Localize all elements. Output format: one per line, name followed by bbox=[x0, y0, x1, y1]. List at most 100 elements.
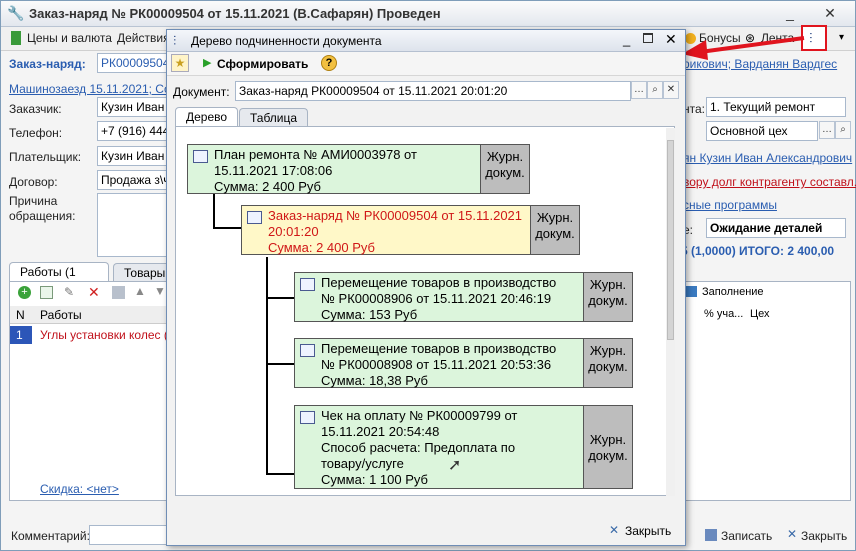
minimize-icon[interactable]: _ bbox=[781, 5, 799, 21]
customer-label: Заказчик: bbox=[9, 102, 62, 116]
generate-button[interactable]: Сформировать bbox=[217, 57, 308, 71]
tab-tree[interactable]: Дерево bbox=[175, 107, 239, 127]
scrollbar-thumb[interactable] bbox=[667, 140, 674, 340]
col-share: % уча... bbox=[704, 308, 744, 320]
shop-field[interactable]: Основной цех bbox=[706, 121, 818, 141]
main-titlebar: 🔧 Заказ-наряд № РК00009504 от 15.11.2021… bbox=[1, 1, 855, 27]
copy-icon[interactable] bbox=[40, 286, 53, 299]
dialog-toolbar: ★ ▶ Сформировать ? bbox=[167, 52, 685, 76]
document-icon bbox=[300, 278, 315, 291]
node-line: Сумма: 153 Руб bbox=[321, 307, 418, 322]
favorite-star-icon[interactable]: ★ bbox=[171, 54, 189, 72]
save-small-icon[interactable] bbox=[112, 286, 125, 299]
document-icon bbox=[193, 150, 208, 163]
discount-link[interactable]: Скидка: <нет> bbox=[40, 482, 119, 496]
help-icon[interactable]: ? bbox=[321, 55, 337, 71]
close-main-button[interactable]: Закрыть bbox=[801, 529, 847, 543]
payer-label: Плательщик: bbox=[9, 150, 82, 164]
node-line: План ремонта № АМИ0003978 от bbox=[214, 147, 417, 162]
dialog-maximize-icon[interactable] bbox=[643, 33, 653, 43]
phone-field[interactable]: +7 (916) 4445 bbox=[97, 121, 167, 141]
doc-search-icon[interactable]: ⌕ bbox=[647, 81, 663, 99]
connector-h1 bbox=[213, 227, 241, 229]
actions-button[interactable]: Действия bbox=[117, 31, 170, 45]
shop-search-icon[interactable]: ⌕ bbox=[835, 121, 851, 139]
save-icon bbox=[705, 529, 717, 541]
node-line: 15.11.2021 20:54:48 bbox=[321, 424, 440, 439]
journal-button[interactable]: Журн. докум. bbox=[530, 205, 580, 255]
connector-h2 bbox=[266, 297, 294, 299]
tree-node-order-current[interactable]: Заказ-наряд № РК00009504 от 15.11.2021 2… bbox=[241, 205, 531, 255]
shop-select-button[interactable]: … bbox=[819, 121, 835, 139]
save-button[interactable]: Записать bbox=[721, 529, 772, 543]
hierarchy-icon: ⫶ bbox=[809, 30, 813, 46]
dialog-close-icon[interactable]: ✕ bbox=[665, 31, 677, 48]
prices-button[interactable]: Цены и валюта bbox=[27, 31, 112, 45]
table-row[interactable]: 1 Углы установки колес (2 bbox=[10, 326, 168, 344]
reason-field[interactable] bbox=[97, 193, 167, 257]
add-icon[interactable]: + bbox=[18, 286, 31, 299]
dialog-title: Дерево подчиненности документа bbox=[191, 34, 382, 48]
customer-field[interactable]: Кузин Иван А bbox=[97, 97, 167, 117]
journal-button[interactable]: Журн. докум. bbox=[583, 338, 633, 388]
connector-v2 bbox=[266, 257, 268, 475]
node-line: Перемещение товаров в производство bbox=[321, 275, 557, 290]
node-line: Сумма: 18,38 Руб bbox=[321, 373, 428, 388]
document-icon bbox=[247, 211, 262, 224]
annotation-arrow bbox=[682, 36, 805, 60]
debt-link[interactable]: вору долг контрагенту составл... bbox=[683, 175, 856, 189]
connector-h3 bbox=[266, 363, 294, 365]
node-line: 15.11.2021 17:08:06 bbox=[214, 163, 333, 178]
document-field[interactable]: Заказ-наряд РК00009504 от 15.11.2021 20:… bbox=[235, 81, 631, 101]
more-icon[interactable]: ▾ bbox=[839, 32, 844, 43]
tree-node-receipt[interactable]: Чек на оплату № РК00009799 от 15.11.2021… bbox=[294, 405, 584, 489]
tree-scrollbar[interactable] bbox=[666, 128, 675, 496]
contact-link[interactable]: ян Кузин Иван Александрович bbox=[683, 151, 852, 165]
doc-clear-icon[interactable]: ✕ bbox=[663, 81, 679, 99]
up-icon[interactable]: ▲ bbox=[134, 284, 146, 298]
dialog-titlebar: ⫶ Дерево подчиненности документа _ ✕ bbox=[167, 30, 685, 52]
main-title: Заказ-наряд № РК00009504 от 15.11.2021 (… bbox=[29, 6, 441, 21]
connector-h4 bbox=[266, 473, 294, 475]
contract-field[interactable]: Продажа з\ч bbox=[97, 170, 167, 190]
edit-icon[interactable]: ✎ bbox=[64, 285, 74, 299]
dialog-minimize-icon[interactable]: _ bbox=[623, 32, 630, 47]
payer-field[interactable]: Кузин Иван А bbox=[97, 146, 167, 166]
dialog-close-button[interactable]: Закрыть bbox=[625, 524, 671, 538]
tree-node-plan[interactable]: План ремонта № АМИ0003978 от 15.11.2021 … bbox=[187, 144, 481, 194]
dialog-close-x-icon: ✕ bbox=[609, 523, 620, 537]
contract-label: Договор: bbox=[9, 175, 58, 189]
tab-goods[interactable]: Товары bbox=[113, 263, 173, 281]
node-line: Заказ-наряд № РК00009504 от 15.11.2021 bbox=[268, 208, 523, 223]
phone-label: Телефон: bbox=[9, 126, 63, 140]
doc-number-field[interactable]: РК00009504 bbox=[97, 53, 167, 73]
node-line: Чек на оплату № РК00009799 от bbox=[321, 408, 518, 423]
tree-node-transfer-2[interactable]: Перемещение товаров в производство № РК0… bbox=[294, 338, 584, 388]
fill-button[interactable]: Заполнение bbox=[702, 286, 764, 298]
down-icon[interactable]: ▼ bbox=[154, 284, 166, 298]
close-main-icon[interactable]: ✕ bbox=[821, 5, 839, 21]
play-icon: ▶ bbox=[203, 57, 212, 69]
tab-works[interactable]: Работы (1 поз.) bbox=[9, 262, 109, 293]
tab-table[interactable]: Таблица bbox=[239, 108, 309, 126]
works-panel: + ✎ ✕ ▲ ▼ N Работы 1 Углы установки коле… bbox=[9, 281, 169, 501]
node-line: № РК00008906 от 15.11.2021 20:46:19 bbox=[321, 291, 552, 306]
delete-icon[interactable]: ✕ bbox=[88, 284, 100, 301]
node-line: Сумма: 2 400 Руб bbox=[214, 179, 321, 194]
doc-select-button[interactable]: … bbox=[631, 81, 647, 99]
journal-button[interactable]: Журн. докум. bbox=[583, 272, 633, 322]
hierarchy-dialog: ⫶ Дерево подчиненности документа _ ✕ ★ ▶… bbox=[166, 29, 686, 546]
document-icon bbox=[300, 411, 315, 424]
programs-link[interactable]: сные программы bbox=[683, 198, 777, 212]
doc-label: Документ: bbox=[173, 85, 230, 99]
comment-field[interactable] bbox=[89, 525, 169, 545]
status-select[interactable]: Ожидание деталей bbox=[706, 218, 846, 238]
journal-button[interactable]: Журн. докум. bbox=[583, 405, 633, 489]
row-name: Углы установки колес (2 bbox=[40, 328, 168, 342]
repair-type-label: нта: bbox=[683, 102, 705, 116]
base-doc-link[interactable]: Машинозаезд 15.11.2021; Созд bbox=[9, 82, 183, 96]
tree-node-transfer-1[interactable]: Перемещение товаров в производство № РК0… bbox=[294, 272, 584, 322]
node-line: Сумма: 2 400 Руб bbox=[268, 240, 375, 255]
repair-type-select[interactable]: 1. Текущий ремонт bbox=[706, 97, 846, 117]
journal-button[interactable]: Журн. докум. bbox=[480, 144, 530, 194]
